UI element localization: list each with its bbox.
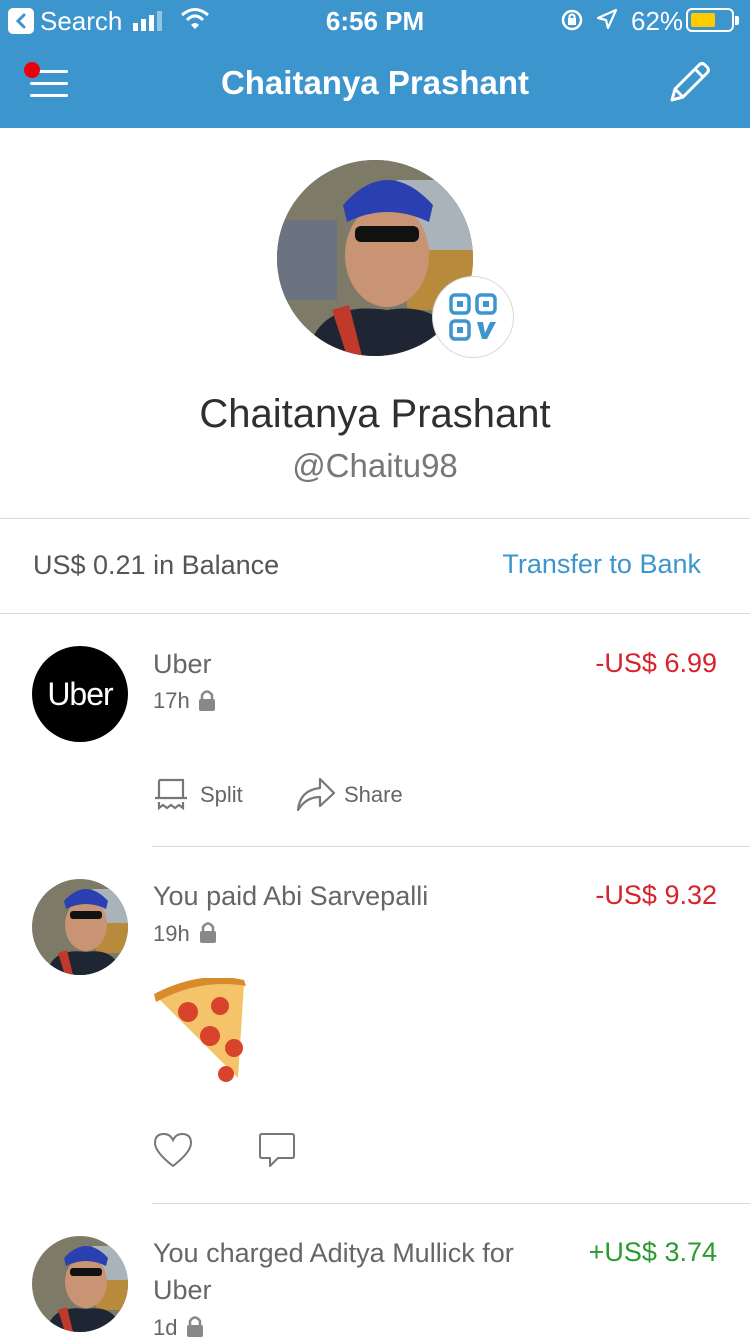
qr-code-icon [449,293,497,341]
feed-item-time: 1d [153,1315,178,1340]
feed-item-title: You paid Abi Sarvepalli [153,881,429,911]
battery-percentage: 62% [631,6,684,36]
heart-icon[interactable] [153,1132,193,1168]
transaction-amount: +US$ 3.74 [588,1237,717,1267]
split-icon[interactable] [153,776,189,812]
edit-pencil-icon[interactable] [664,58,714,108]
orientation-lock-icon [561,9,583,31]
comment-icon[interactable] [258,1132,296,1170]
share-button[interactable]: Share [344,782,403,808]
user-avatar[interactable] [32,879,128,975]
feed-item-time: 17h [153,688,190,713]
transaction-amount: -US$ 9.32 [595,880,717,910]
lock-icon [199,690,215,711]
feed-item-time: 19h [153,921,190,946]
location-arrow-icon [596,8,618,30]
transfer-to-bank-link[interactable]: Transfer to Bank [502,549,701,580]
feed-item-title-line2: Uber [153,1275,212,1305]
divider [152,846,750,847]
lock-icon [187,1316,203,1337]
user-photo [32,1236,128,1332]
divider [0,518,750,519]
feed-item-title-line1: You charged Aditya Mullick for [153,1238,514,1268]
uber-logo-text: Uber [47,675,113,712]
share-icon[interactable] [296,776,336,812]
split-button[interactable]: Split [200,782,243,808]
uber-avatar[interactable]: Uber [32,646,128,742]
nav-bar: Chaitanya Prashant [0,40,750,128]
qr-code-button[interactable] [432,276,514,358]
transaction-amount: -US$ 6.99 [595,648,717,678]
page-title: Chaitanya Prashant [220,64,530,101]
pizza-emoji-icon [154,978,246,1082]
profile-handle: @Chaitu98 [292,447,458,484]
feed-item-title: Uber [153,649,212,679]
battery-icon [686,8,739,32]
lock-icon [200,922,216,943]
user-avatar[interactable] [32,1236,128,1332]
divider [152,1203,750,1204]
status-bar: Search 6:56 PM 62% [0,0,750,40]
profile-name: Chaitanya Prashant [199,392,551,436]
balance-text: US$ 0.21 in Balance [33,550,280,580]
user-photo [32,879,128,975]
divider [0,613,750,614]
